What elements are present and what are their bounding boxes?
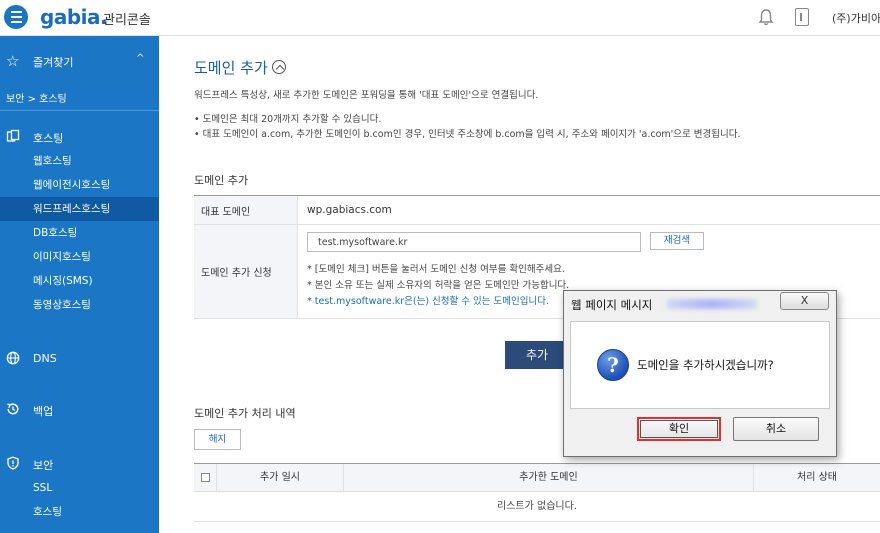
sidebar-group-backup[interactable]: 백업 — [0, 399, 159, 421]
select-all-checkbox[interactable] — [201, 473, 210, 482]
backup-icon — [7, 403, 19, 415]
sidebar-group-dns[interactable]: DNS — [0, 348, 159, 370]
add-button[interactable]: 추가 — [505, 341, 569, 369]
chevron-up-icon: ^ — [136, 53, 145, 64]
shield-icon — [7, 456, 19, 470]
dialog-message: 도메인을 추가하시겠습니까? — [637, 358, 774, 372]
info-bullet: • 대표 도메인이 a.com, 추가한 도메인이 b.com인 경우, 인터넷… — [194, 129, 741, 140]
note-check: * [도메인 체크] 버튼을 눌러서 도메인 신청 여부를 확인해주세요. — [307, 264, 565, 275]
star-icon: ☆ — [6, 52, 20, 70]
notice-icon[interactable] — [795, 8, 809, 26]
top-bar: gabia. 관리콘솔 (주)가비아 — [0, 0, 880, 36]
sidebar-item-db-hosting[interactable]: DB호스팅 — [0, 221, 159, 245]
console-label: 관리콘솔 — [103, 13, 151, 28]
dialog-ok-button[interactable]: 확인 — [637, 417, 721, 441]
primary-domain-row: 대표 도메인 wp.gabiacs.com — [194, 196, 880, 225]
main-content: 도메인 추가 워드프레스 특성상, 새로 추가한 도메인은 포워딩을 통해 '대… — [159, 36, 880, 533]
primary-domain-label: 대표 도메인 — [194, 196, 298, 224]
page-title: 도메인 추가 — [194, 59, 268, 77]
blurred-title-region — [666, 299, 758, 309]
dialog-title: 웹 페이지 메시지 — [571, 298, 653, 312]
sidebar-group-label: 호스팅 — [33, 132, 64, 145]
dialog-body: ? 도메인을 추가하시겠습니까? — [570, 321, 830, 409]
sidebar-item-web-hosting[interactable]: 웹호스팅 — [0, 149, 159, 173]
sidebar-group-hosting[interactable]: 호스팅 — [0, 126, 159, 148]
sidebar-item-image-hosting[interactable]: 이미지호스팅 — [0, 245, 159, 269]
globe-icon — [6, 351, 20, 365]
sidebar-group-label: 백업 — [33, 405, 54, 418]
sidebar-divider — [0, 110, 159, 111]
confirm-dialog: 웹 페이지 메시지 X ? 도메인을 추가하시겠습니까? 확인 취소 — [563, 290, 837, 457]
add-request-label: 도메인 추가 신청 — [194, 225, 298, 318]
column-added-date: 추가 일시 — [216, 464, 343, 492]
page-description: 워드프레스 특성상, 새로 추가한 도메인은 포워딩을 통해 '대표 도메인'으… — [194, 90, 539, 101]
sidebar-item-video-hosting[interactable]: 동영상호스팅 — [0, 293, 159, 317]
favorite-breadcrumb[interactable]: 보안 > 호스팅 — [6, 90, 67, 105]
sidebar-item-wordpress-hosting[interactable]: 워드프레스호스팅 — [0, 197, 159, 221]
info-bullet: • 도메인은 최대 20개까지 추가할 수 있습니다. — [194, 114, 382, 125]
note-ownership: * 본인 소유 또는 실제 소유자의 허락을 얻은 도메인만 가능합니다. — [307, 280, 570, 291]
dialog-close-button[interactable]: X — [780, 292, 829, 310]
column-status: 처리 상태 — [753, 464, 880, 492]
sidebar-group-label: 보안 — [33, 459, 54, 472]
domain-add-form: 대표 도메인 wp.gabiacs.com 도메인 추가 신청 재검색 * [도… — [194, 195, 880, 319]
favorites-label: 즐겨찾기 — [33, 56, 74, 69]
sidebar: ☆ 즐겨찾기 ^ 보안 > 호스팅 호스팅 웹호스팅 웹에이전시호스팅 워드프레… — [0, 36, 159, 533]
sidebar-item-agency-hosting[interactable]: 웹에이전시호스팅 — [0, 173, 159, 197]
sidebar-item-sms[interactable]: 메시징(SMS) — [0, 269, 159, 293]
column-added-domain: 추가한 도메인 — [343, 464, 753, 492]
gabia-logo[interactable]: gabia. — [40, 5, 108, 29]
primary-domain-value: wp.gabiacs.com — [307, 204, 392, 216]
collapse-toggle-icon[interactable] — [272, 60, 286, 74]
sidebar-item-ssl[interactable]: SSL — [0, 476, 159, 500]
favorites-toggle[interactable]: ☆ 즐겨찾기 ^ — [0, 50, 159, 72]
empty-list-message: 리스트가 없습니다. — [194, 492, 880, 522]
recheck-button[interactable]: 재검색 — [650, 232, 704, 250]
company-name[interactable]: (주)가비아 — [832, 10, 880, 26]
question-icon: ? — [597, 349, 629, 381]
menu-icon[interactable] — [4, 5, 28, 29]
sidebar-item-security-hosting[interactable]: 호스팅 — [0, 500, 159, 524]
section-title-history: 도메인 추가 처리 내역 — [194, 407, 296, 420]
sidebar-group-security[interactable]: 보안 — [0, 453, 159, 475]
release-button[interactable]: 해지 — [194, 429, 241, 450]
note-available: * test.mysoftware.kr은(는) 신청할 수 있는 도메인입니다… — [307, 296, 550, 307]
dialog-cancel-button[interactable]: 취소 — [733, 417, 819, 441]
hosting-icon — [6, 129, 20, 142]
domain-input[interactable] — [307, 232, 641, 252]
section-title-add: 도메인 추가 — [194, 174, 249, 187]
sidebar-group-label: DNS — [33, 352, 57, 365]
history-table-header: 추가 일시 추가한 도메인 처리 상태 — [194, 463, 880, 492]
bell-icon[interactable] — [757, 8, 775, 26]
